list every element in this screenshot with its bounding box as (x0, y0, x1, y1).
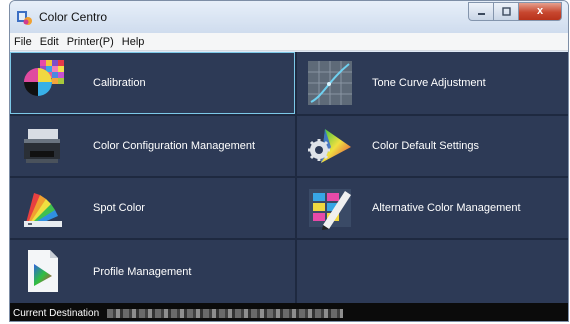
tile-empty (297, 240, 568, 303)
color-centro-app-icon (17, 11, 32, 25)
tile-profile-management[interactable]: Profile Management (10, 240, 295, 303)
tile-label: Alternative Color Management (372, 202, 521, 214)
maximize-icon (501, 7, 511, 16)
tile-label: Profile Management (93, 265, 192, 278)
calibration-icon (24, 60, 64, 96)
tile-alternative-color[interactable]: Alternative Color Management (297, 178, 568, 238)
tile-spot-color[interactable]: Spot Color (10, 178, 295, 238)
profile-document-icon (28, 250, 58, 292)
minimize-icon (477, 13, 485, 15)
color-gear-icon (308, 129, 351, 163)
tone-curve-icon (308, 61, 352, 105)
tile-color-default-settings[interactable]: Color Default Settings (297, 116, 568, 176)
title-bar[interactable]: Color Centro x (10, 1, 568, 33)
tile-label: Color Configuration Management (93, 140, 256, 152)
feature-grid: Calibration Tone Curve Adjustment Color … (10, 52, 568, 303)
close-button[interactable]: x (519, 2, 562, 21)
current-destination-value (107, 308, 344, 318)
minimize-button[interactable] (468, 2, 494, 21)
tile-label: Calibration (93, 77, 146, 89)
tile-label: Spot Color (93, 202, 145, 214)
menu-help[interactable]: Help (121, 36, 146, 48)
color-pen-icon (309, 189, 351, 230)
printer-config-icon (24, 129, 60, 163)
tile-label: Tone Curve Adjustment (372, 77, 486, 89)
menu-printer[interactable]: Printer(P) (66, 36, 115, 48)
current-destination-label: Current Destination (13, 307, 100, 319)
window-controls: x (468, 2, 562, 21)
maximize-button[interactable] (494, 2, 519, 21)
tile-calibration[interactable]: Calibration (10, 52, 295, 114)
swatch-fan-icon (24, 193, 62, 227)
app-window: Color Centro x File Edit Printer(P) Help (9, 0, 569, 322)
menu-edit[interactable]: Edit (39, 36, 60, 48)
close-icon: x (536, 5, 544, 17)
tile-color-configuration[interactable]: Color Configuration Management (10, 116, 295, 176)
status-bar: Current Destination (10, 303, 568, 321)
menu-file[interactable]: File (13, 36, 33, 48)
menu-bar: File Edit Printer(P) Help (10, 33, 568, 51)
window-title: Color Centro (39, 10, 108, 24)
tile-tone-curve[interactable]: Tone Curve Adjustment (297, 52, 568, 114)
tile-label: Color Default Settings (372, 140, 479, 152)
